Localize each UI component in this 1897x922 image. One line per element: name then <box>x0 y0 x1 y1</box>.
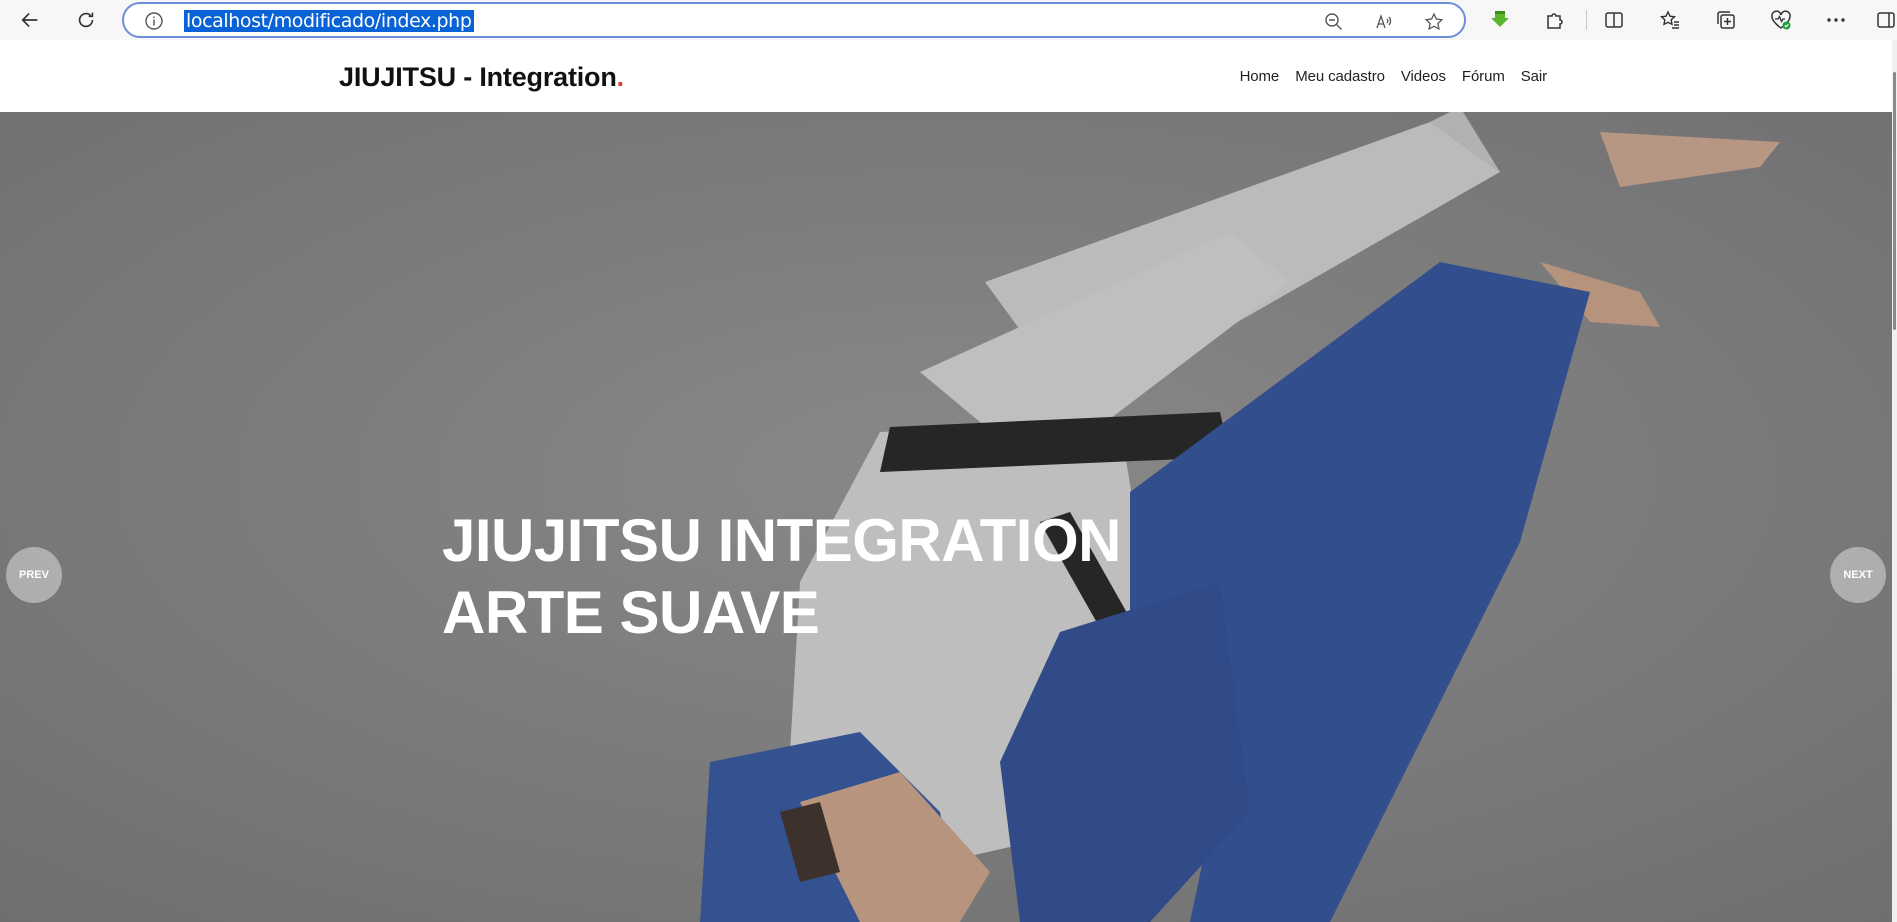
brand-dot: . <box>616 62 625 92</box>
sidebar-icon <box>1877 12 1895 28</box>
nav-videos[interactable]: Videos <box>1401 68 1446 85</box>
scrollbar-thumb[interactable] <box>1893 72 1896 330</box>
more-menu-button[interactable] <box>1824 8 1848 32</box>
collections-button[interactable] <box>1714 8 1738 32</box>
back-button[interactable] <box>14 4 46 36</box>
info-icon[interactable] <box>144 11 164 31</box>
browser-essentials-button[interactable] <box>1769 8 1793 32</box>
collections-icon <box>1717 11 1735 29</box>
split-screen-button[interactable] <box>1602 8 1626 32</box>
heart-pulse-icon <box>1771 10 1791 30</box>
page-scrollbar[interactable] <box>1892 40 1897 922</box>
hero-title-line-1: JIUJITSU INTEGRATION <box>442 507 1121 574</box>
hero-slider: JIUJITSU INTEGRATION ARTE SUAVE PREV NEX… <box>0 112 1892 922</box>
download-arrow-icon <box>1491 11 1509 27</box>
refresh-icon <box>78 12 94 28</box>
next-slide-button[interactable]: NEXT <box>1830 547 1886 603</box>
toolbar-divider <box>1586 10 1587 30</box>
favorites-button[interactable] <box>1658 8 1682 32</box>
nav-forum[interactable]: Fórum <box>1462 68 1505 85</box>
url-text[interactable]: localhost/modificado/index.php <box>184 10 474 32</box>
split-screen-icon <box>1605 12 1623 28</box>
hero-title-line-2: ARTE SUAVE <box>442 579 820 646</box>
star-icon <box>1424 12 1444 31</box>
puzzle-icon <box>1547 13 1563 29</box>
read-aloud-button[interactable] <box>1372 10 1396 34</box>
zoom-out-icon <box>1325 13 1342 30</box>
sidebar-toggle-button[interactable] <box>1874 8 1897 32</box>
brand-text: JIUJITSU - Integration <box>339 62 617 92</box>
nav-sair[interactable]: Sair <box>1521 68 1547 85</box>
site-logo[interactable]: JIUJITSU - Integration. <box>339 62 624 93</box>
favorite-button[interactable] <box>1422 10 1446 34</box>
zoom-out-button[interactable] <box>1322 10 1346 34</box>
download-extension-button[interactable] <box>1488 8 1512 32</box>
favorites-list-icon <box>1659 10 1679 29</box>
extensions-button[interactable] <box>1543 8 1567 32</box>
address-bar[interactable]: localhost/modificado/index.php <box>122 2 1466 38</box>
prev-slide-button[interactable]: PREV <box>6 547 62 603</box>
site-header: JIUJITSU - Integration. Home Meu cadastr… <box>0 40 1897 112</box>
hero-title: JIUJITSU INTEGRATION ARTE SUAVE <box>442 505 1121 649</box>
arrow-left-icon <box>21 12 38 28</box>
main-nav: Home Meu cadastro Videos Fórum Sair <box>1240 68 1548 85</box>
more-dots-icon <box>1827 18 1845 22</box>
browser-toolbar: localhost/modificado/index.php <box>0 0 1897 40</box>
refresh-button[interactable] <box>70 4 102 36</box>
read-aloud-icon <box>1376 13 1392 29</box>
nav-home[interactable]: Home <box>1240 68 1280 85</box>
nav-meu-cadastro[interactable]: Meu cadastro <box>1295 68 1385 85</box>
